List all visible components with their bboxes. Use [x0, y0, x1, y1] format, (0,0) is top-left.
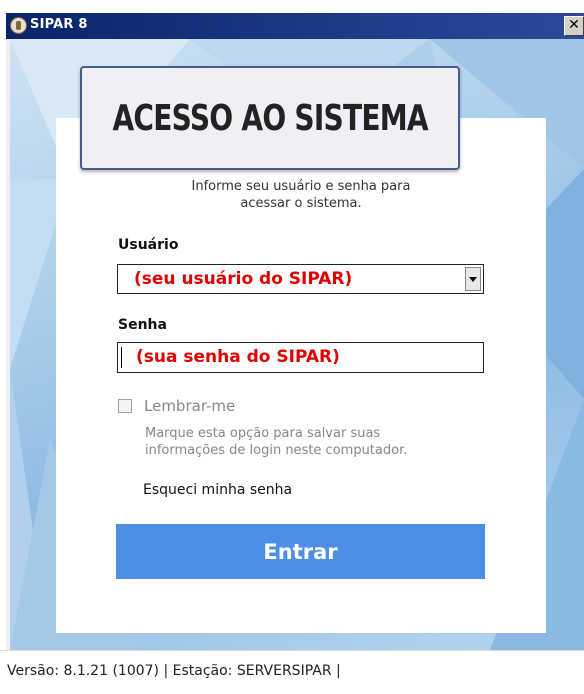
remember-hint-line-2: informações de login neste computador. [145, 443, 408, 458]
close-button[interactable]: ✕ [564, 16, 584, 36]
instructions-line-1: Informe seu usuário e senha para [191, 179, 411, 194]
checkbox-icon[interactable] [118, 399, 132, 413]
password-field[interactable]: (sua senha do SIPAR) [117, 342, 484, 373]
page-title: ACESSO AO SISTEMA [112, 97, 428, 139]
status-bar: Versão: 8.1.21 (1007) | Estação: SERVERS… [0, 650, 584, 694]
login-button[interactable]: Entrar [116, 524, 485, 579]
password-field-value: (sua senha do SIPAR) [136, 347, 340, 367]
app-logo-icon [10, 17, 27, 34]
heading-banner: ACESSO AO SISTEMA [80, 66, 460, 170]
user-select[interactable]: (seu usuário do SIPAR) [117, 264, 484, 294]
remember-hint-line-1: Marque esta opção para salvar suas [145, 426, 381, 441]
instructions: Informe seu usuário e senha para acessar… [56, 178, 546, 212]
password-label: Senha [118, 317, 167, 333]
title-bar[interactable]: SIPAR 8 ✕ [6, 13, 584, 39]
instructions-line-2: acessar o sistema. [240, 196, 362, 211]
text-caret [121, 347, 122, 368]
chevron-down-icon[interactable] [465, 267, 481, 291]
user-label: Usuário [118, 237, 179, 253]
user-select-value: (seu usuário do SIPAR) [134, 269, 353, 289]
status-text: Versão: 8.1.21 (1007) | Estação: SERVERS… [7, 663, 341, 679]
remember-me-label: Lembrar-me [144, 397, 236, 415]
window-title: SIPAR 8 [30, 17, 88, 32]
remember-me-hint: Marque esta opção para salvar suas infor… [145, 425, 407, 459]
forgot-password-link[interactable]: Esqueci minha senha [143, 482, 292, 498]
